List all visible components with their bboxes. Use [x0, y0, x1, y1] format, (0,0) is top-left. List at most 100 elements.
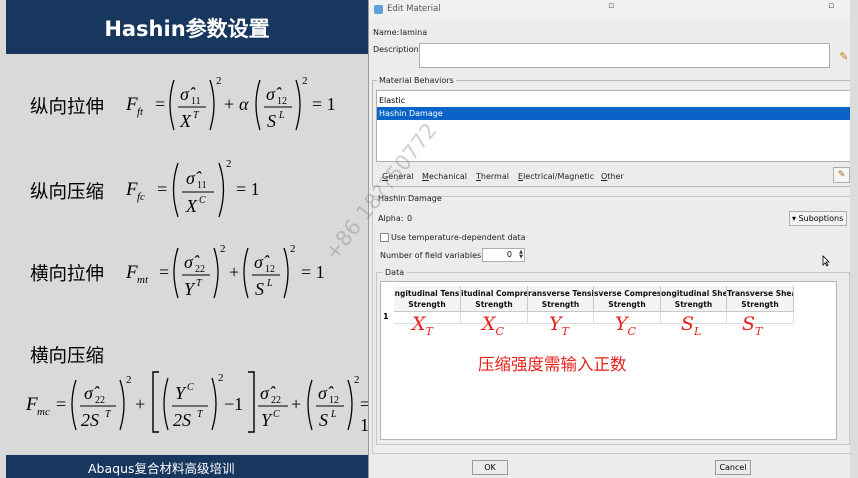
svg-text:11: 11 [191, 96, 201, 107]
material-behaviors-label: Material Behaviors [377, 76, 456, 85]
svg-text:+: + [229, 262, 239, 282]
svg-text:+: + [135, 394, 145, 414]
dialog-title-bar[interactable]: Edit Material ▫ ▫ [369, 0, 858, 20]
svg-text:X: X [179, 111, 192, 131]
row-label-longitudinal-compression: 纵向压缩 [30, 182, 105, 203]
menu-general[interactable]: General [382, 172, 414, 181]
window-menu-dot-icon[interactable]: ▫ [605, 1, 617, 11]
svg-text:C: C [199, 195, 206, 206]
svg-text:=: = [155, 94, 165, 114]
suboptions-button[interactable]: ▾ Suboptions [789, 211, 847, 226]
description-input[interactable] [419, 43, 830, 68]
svg-text:11: 11 [197, 180, 207, 191]
slide-footer-text: Abaqus复合材料高级培训 [88, 461, 235, 476]
svg-text:2: 2 [290, 243, 296, 255]
annotation-xc: XC [482, 313, 504, 338]
description-label: Description: [373, 45, 422, 54]
alpha-label: Alpha: [378, 214, 404, 223]
spinner-arrows-icon[interactable]: ▲ ▼ [515, 250, 523, 260]
svg-text:= 1: = 1 [301, 262, 325, 282]
formula-matrix-compression: F mc = σ̂ 22 2S T 2 + Y C 2S T 2 −1 σ̂ 2… [25, 371, 360, 433]
field-variables-value: 0 [506, 250, 512, 259]
name-value: lamina [400, 28, 428, 37]
annotation-sl: SL [681, 313, 702, 338]
svg-text:12: 12 [265, 264, 275, 275]
svg-text:L: L [330, 409, 337, 420]
hashin-damage-section-title: Hashin Damage [378, 194, 442, 203]
svg-text:2: 2 [226, 158, 232, 170]
row-number: 1 [383, 312, 389, 321]
menu-thermal[interactable]: Thermal [476, 172, 509, 181]
col-header-transverse-tensile[interactable]: ransverse Tensi Strength [528, 286, 594, 312]
col-header-longitudinal-tensile[interactable]: ngitudinal Tens Strength [394, 286, 461, 312]
slide-panel: Hashin参数设置 纵向拉伸 纵向压缩 横向拉伸 横向压缩 F ft = σ̂… [0, 0, 370, 478]
svg-text:+: + [224, 94, 234, 114]
col-header-longitudinal-compressive[interactable]: itudinal Compre Strength [461, 286, 528, 312]
formula-fiber-tension: F ft = σ̂ 11 X T 2 + α σ̂ 12 S L 2 = 1 [125, 75, 336, 131]
use-temperature-checkbox[interactable] [380, 233, 389, 242]
dialog-title: Edit Material [387, 4, 441, 14]
svg-text:S: S [255, 279, 264, 299]
use-temperature-label: Use temperature-dependent data [391, 233, 526, 242]
svg-text:T: T [193, 110, 200, 121]
annotation-st: ST [742, 313, 763, 338]
svg-text:2S: 2S [81, 410, 99, 430]
svg-text:2S: 2S [173, 410, 191, 430]
svg-text:T: T [197, 409, 204, 420]
menu-other[interactable]: Other [601, 172, 624, 181]
formula-fiber-compression: F fc = σ̂ 11 X C 2 = 1 [125, 158, 260, 218]
svg-text:2: 2 [302, 75, 308, 87]
svg-text:−1: −1 [224, 394, 243, 414]
formula-matrix-tension: F mt = σ̂ 22 Y T 2 + σ̂ 12 S L 2 = 1 [125, 243, 325, 299]
svg-text:+: + [291, 394, 301, 414]
behavior-item-hashin-damage[interactable]: Hashin Damage [377, 107, 850, 120]
cancel-button[interactable]: Cancel [715, 460, 751, 475]
svg-text:ft: ft [137, 106, 144, 118]
field-variables-spinner[interactable]: 0 ▲ ▼ [482, 248, 525, 262]
svg-text:L: L [266, 278, 273, 289]
mouse-cursor-icon [822, 255, 830, 267]
edit-behavior-icon[interactable]: ✎ [833, 167, 850, 183]
row-label-transverse-compression: 横向压缩 [30, 346, 105, 367]
svg-text:Y: Y [175, 383, 187, 403]
field-variables-label: Number of field variables: [380, 251, 484, 260]
svg-text:T: T [196, 278, 203, 289]
annotation-xt: XT [412, 313, 433, 338]
svg-text:2: 2 [218, 372, 224, 384]
right-edge-strip [850, 0, 858, 478]
slide-title-bar: Hashin参数设置 [6, 0, 368, 54]
svg-text:S: S [267, 111, 276, 131]
col-header-transverse-compressive[interactable]: sverse Compres Strength [594, 286, 661, 312]
behaviors-list[interactable]: Elastic Hashin Damage [376, 90, 851, 162]
svg-text:=: = [157, 179, 167, 199]
annotation-yt: YT [549, 313, 569, 338]
abaqus-app-icon [374, 5, 383, 14]
data-label: Data [383, 268, 407, 277]
svg-text:2: 2 [126, 374, 132, 386]
svg-text:22: 22 [271, 395, 281, 406]
svg-text:C: C [187, 382, 194, 393]
annotation-yc: YC [615, 313, 636, 338]
ok-button[interactable]: OK [472, 460, 508, 475]
svg-text:mt: mt [137, 274, 149, 286]
annotation-note: 压缩强度需输入正数 [478, 355, 627, 374]
name-label: Name: [373, 28, 400, 37]
alpha-input[interactable]: 0 [407, 214, 412, 223]
slide-footer: Abaqus复合材料高级培训 [6, 455, 368, 478]
menu-electrical-magnetic[interactable]: Electrical/Magnetic [518, 172, 594, 181]
svg-text:22: 22 [195, 264, 205, 275]
svg-text:2: 2 [354, 374, 360, 386]
close-icon[interactable]: ▫ [825, 1, 837, 11]
behavior-item-elastic[interactable]: Elastic [377, 94, 850, 107]
edit-material-dialog: Edit Material ▫ ▫ Name: lamina Descripti… [368, 0, 858, 478]
menu-mechanical[interactable]: Mechanical [422, 172, 467, 181]
col-header-longitudinal-shear[interactable]: ongitudinal She Strength [661, 286, 727, 312]
col-header-transverse-shear[interactable]: Transverse Shea Strength [727, 286, 794, 312]
slide-title: Hashin参数设置 [104, 17, 270, 41]
svg-text:12: 12 [329, 395, 339, 406]
pencil-icon[interactable]: ✎ [837, 50, 851, 64]
svg-text:C: C [273, 409, 280, 420]
svg-text:T: T [105, 409, 112, 420]
svg-text:= 1: = 1 [236, 179, 260, 199]
svg-text:2: 2 [220, 243, 226, 255]
